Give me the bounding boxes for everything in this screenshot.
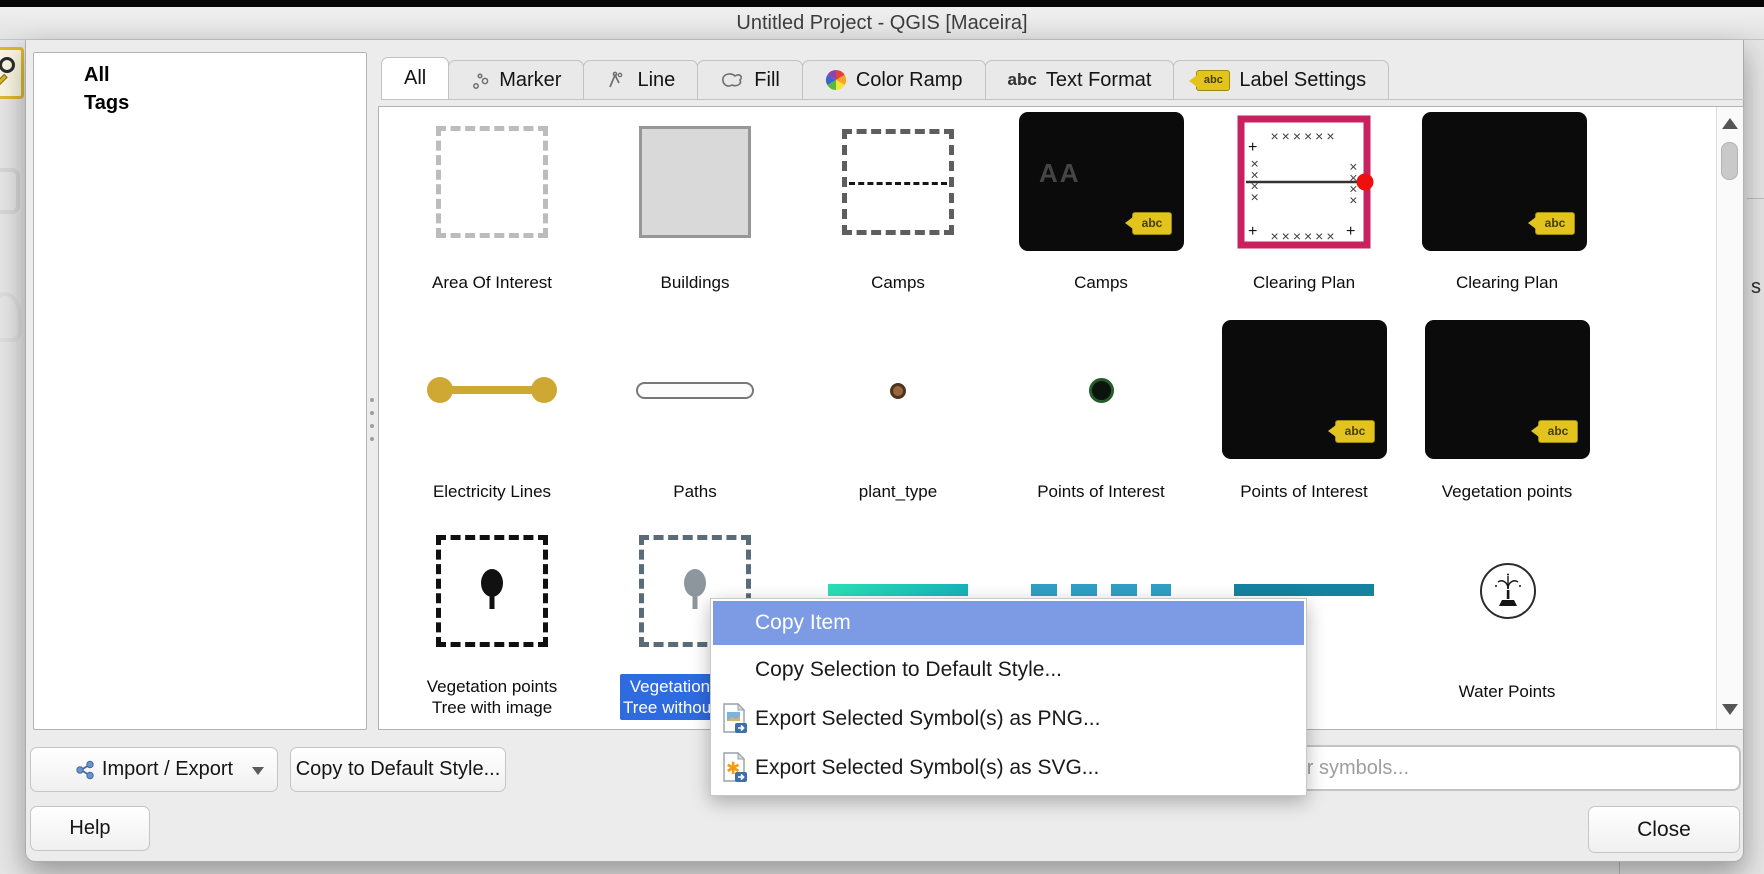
symbol-label: plant_type (798, 481, 998, 502)
tab-fill[interactable]: Fill (697, 60, 803, 100)
window-title: Untitled Project - QGIS [Maceira] (736, 12, 1027, 34)
symbol-label: Area Of Interest (392, 272, 592, 293)
symbol-area-of-interest[interactable] (436, 126, 548, 238)
symbol-label: Paths (595, 481, 795, 502)
symbol-camps-text-format[interactable]: AA abc (1019, 112, 1184, 251)
tab-strip-baseline (382, 99, 1744, 100)
symbol-vegetation-tree-with-image[interactable] (436, 535, 548, 647)
tag-list-item-all[interactable]: All (34, 61, 366, 89)
scrollbar-thumb[interactable] (1721, 142, 1738, 180)
tag-list-item-tags[interactable]: Tags (34, 89, 366, 117)
symbol-water-points[interactable] (1480, 563, 1536, 619)
import-export-button[interactable]: Import / Export (30, 747, 278, 792)
abc-tag-icon: abc (1535, 212, 1575, 235)
share-icon (75, 760, 95, 780)
abc-tag-icon: abc (1538, 420, 1578, 443)
tree-icon (475, 568, 509, 614)
export-svg-icon: ✱ (721, 752, 749, 784)
chevron-down-icon (252, 767, 264, 775)
symbol-plant-type[interactable] (890, 383, 906, 399)
symbol-line-teal-solid[interactable] (1234, 584, 1374, 596)
symbol-label: Clearing Plan (1407, 272, 1607, 293)
marker-dots-icon (471, 71, 490, 90)
background-panel-edge (1747, 198, 1764, 199)
symbol-electricity-lines[interactable] (427, 377, 557, 403)
symbol-vegetation-points-label[interactable]: abc (1425, 320, 1590, 459)
symbol-paths[interactable] (636, 382, 754, 399)
background-panel-edge (1619, 862, 1620, 874)
window-title-bar: Untitled Project - QGIS [Maceira] (0, 7, 1764, 40)
menu-item-export-svg[interactable]: ✱ Export Selected Symbol(s) as SVG... (713, 743, 1304, 792)
symbol-line-teal-dashed[interactable] (1031, 584, 1171, 596)
background-stray-text: s (1751, 276, 1761, 299)
grid-scrollbar-track[interactable] (1716, 107, 1743, 729)
tag-list: All Tags (33, 52, 367, 730)
text-format-preview: AA (1039, 158, 1081, 189)
svg-text:+: + (1248, 223, 1257, 240)
abc-tag-icon: abc (1196, 70, 1230, 91)
tab-all[interactable]: All (381, 57, 449, 100)
scroll-up-arrow-icon[interactable] (1722, 118, 1738, 129)
symbol-label: Points of Interest (1204, 481, 1404, 502)
symbol-points-of-interest-marker[interactable] (1089, 378, 1114, 403)
symbol-points-of-interest-label[interactable]: abc (1222, 320, 1387, 459)
scroll-down-arrow-icon[interactable] (1722, 704, 1738, 715)
context-menu: Copy Item Copy Selection to Default Styl… (710, 598, 1307, 796)
close-button[interactable]: Close (1588, 806, 1740, 853)
symbol-label: Camps (1001, 272, 1201, 293)
symbol-line-teal-gradient[interactable] (828, 584, 968, 596)
menu-item-copy-selection-default-style[interactable]: Copy Selection to Default Style... (713, 646, 1304, 694)
top-strip (0, 0, 1764, 7)
background-toolbar-fragment (0, 292, 22, 342)
symbol-clearing-plan-label[interactable]: abc (1422, 112, 1587, 251)
background-magnifier-icon (0, 47, 24, 99)
tab-color-ramp[interactable]: Color Ramp (802, 60, 986, 100)
symbol-label: Points of Interest (1001, 481, 1201, 502)
symbol-label: Clearing Plan (1204, 272, 1404, 293)
tab-line[interactable]: Line (583, 60, 698, 100)
tab-label-settings[interactable]: abc Label Settings (1173, 60, 1389, 100)
symbol-label: Electricity Lines (392, 481, 592, 502)
screen: Untitled Project - QGIS [Maceira] s All … (0, 0, 1764, 874)
svg-text:××××××: ×××××× (1270, 128, 1337, 144)
tab-marker[interactable]: Marker (448, 60, 584, 100)
symbol-clearing-plan-fill[interactable]: ×××××× ×××××× ×××× ×××× + + + (1234, 112, 1380, 252)
symbol-camps-fill[interactable] (842, 129, 954, 235)
fill-polygon-icon (720, 71, 745, 89)
panel-splitter-handle[interactable] (369, 398, 374, 460)
menu-item-copy-item[interactable]: Copy Item (713, 601, 1304, 645)
symbol-label: Vegetation points (1407, 481, 1607, 502)
tab-text-format[interactable]: abc Text Format (985, 60, 1175, 100)
help-button[interactable]: Help (30, 806, 150, 851)
abc-tag-icon: abc (1335, 420, 1375, 443)
symbol-label: Buildings (595, 272, 795, 293)
svg-text:+: + (1346, 223, 1355, 240)
abc-text-icon: abc (1008, 70, 1037, 90)
abc-tag-icon: abc (1132, 212, 1172, 235)
symbol-label: Water Points (1407, 681, 1607, 702)
symbol-type-tabs: All Marker Line Fill (382, 57, 1389, 100)
copy-to-default-style-button[interactable]: Copy to Default Style... (290, 747, 506, 792)
export-png-icon (721, 703, 749, 735)
fountain-icon (1489, 572, 1527, 610)
menu-item-export-png[interactable]: Export Selected Symbol(s) as PNG... (713, 694, 1304, 743)
symbol-label: Vegetation points Tree with image (392, 676, 592, 718)
svg-text:××××××: ×××××× (1270, 228, 1337, 244)
svg-text:+: + (1248, 139, 1257, 156)
background-toolbar-fragment (0, 168, 20, 214)
line-icon (606, 70, 628, 90)
symbol-label: Camps (798, 272, 998, 293)
color-wheel-icon (825, 69, 847, 91)
filter-symbols-input[interactable] (1255, 745, 1741, 791)
tree-icon (678, 568, 712, 614)
symbol-buildings[interactable] (639, 126, 751, 238)
